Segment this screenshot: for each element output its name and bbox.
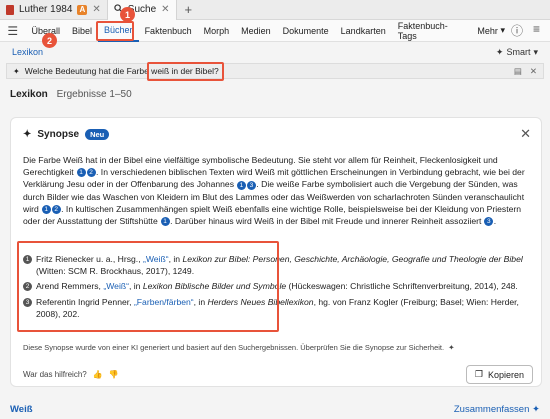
nav-item-label: Mehr <box>477 25 498 36</box>
sparkle-icon: ✦ <box>13 66 20 76</box>
keyboard-icon[interactable]: ▤ <box>514 66 522 77</box>
smart-search-toggle[interactable]: ✦ Smart ▾ <box>496 47 538 58</box>
chevron-down-icon: ▾ <box>533 46 538 57</box>
close-tab-icon[interactable]: ✕ <box>92 4 100 15</box>
feedback-label: War das hilfreich? <box>23 370 87 379</box>
thumbs-down-icon[interactable]: 👎 <box>109 370 119 379</box>
synopsis-title: Synopse <box>37 129 80 140</box>
footnote-marker[interactable]: 3 <box>484 217 494 227</box>
tab-label: Luther 1984 <box>19 4 73 15</box>
annotation-box-query <box>147 62 224 81</box>
tab-bar: Luther 1984 A ✕ Suche ✕ + <box>0 0 550 20</box>
resource-badge-icon: A <box>77 4 88 15</box>
thumbs-up-icon[interactable]: 👍 <box>93 370 103 379</box>
search-query-bar[interactable]: ✦ Welche Bedeutung hat die Farbe weiß in… <box>6 63 544 79</box>
footnote-marker[interactable]: 1 <box>160 217 170 227</box>
sparkle-icon: ✦ <box>446 343 455 352</box>
ai-disclaimer: Diese Synopse wurde von einer KI generie… <box>23 343 455 352</box>
sparkle-icon: ✦ <box>23 129 32 140</box>
tab-suche[interactable]: Suche ✕ <box>107 0 177 20</box>
synopsis-footer: War das hilfreich? 👍 👎 ❐ Kopieren <box>23 365 533 384</box>
footnote-marker[interactable]: 1 <box>236 180 246 190</box>
footnote-marker[interactable]: 1 <box>41 205 51 215</box>
sparkle-icon: ✦ <box>495 46 504 57</box>
summary-sentence: . <box>493 216 497 227</box>
nav-item-landkarten[interactable]: Landkarten <box>335 20 392 42</box>
nav-item-morph[interactable]: Morph <box>198 20 236 42</box>
synopsis-text: Die Farbe Weiß hat in der Bibel eine vie… <box>23 154 533 227</box>
nav-item-medien[interactable]: Medien <box>235 20 277 42</box>
footnote-marker[interactable]: 2 <box>51 205 61 215</box>
summarize-label: Zusammenfassen <box>453 404 530 415</box>
annotation-box-references <box>17 241 279 332</box>
footnote-marker[interactable]: 2 <box>86 168 96 178</box>
footnote-marker[interactable]: 1 <box>76 168 86 178</box>
sparkle-icon: ✦ <box>532 404 540 415</box>
close-icon[interactable]: ✕ <box>520 126 531 142</box>
smart-label: Smart <box>506 47 531 57</box>
info-icon[interactable]: ⓘ <box>511 22 523 39</box>
results-header: Lexikon Ergebnisse 1–50 <box>10 89 132 100</box>
synopsis-header: ✦ Synopse Neu <box>23 129 110 140</box>
nav-item-mehr[interactable]: Mehr ▾ <box>471 20 511 42</box>
result-bottom-bar: Weiß Zusammenfassen ✦ <box>0 400 550 419</box>
filter-icon[interactable]: ≡ <box>533 22 540 39</box>
copy-icon: ❐ <box>474 369 483 379</box>
nav-item-faktenbuch-tags[interactable]: Faktenbuch-Tags <box>392 20 472 42</box>
summarize-button[interactable]: Zusammenfassen ✦ <box>454 404 540 415</box>
nav-item-bibel[interactable]: Bibel <box>66 20 98 42</box>
search-options-bar: Lexikon ✦ Smart ▾ <box>0 42 550 62</box>
results-count: Ergebnisse 1–50 <box>56 89 132 100</box>
disclaimer-text: Diese Synopse wurde von einer KI generie… <box>23 343 445 352</box>
reference-publication: (Hückeswagen: Christliche Schriftenverbr… <box>286 281 518 292</box>
lexicon-link[interactable]: Lexikon <box>12 47 43 57</box>
new-badge: Neu <box>85 129 110 140</box>
result-headword[interactable]: Weiß <box>10 404 33 415</box>
book-icon <box>6 4 14 15</box>
summary-sentence: . Darüber hinaus wird Weiß in der Bibel … <box>170 216 482 227</box>
copy-button[interactable]: ❐ Kopieren <box>465 365 533 384</box>
close-tab-icon[interactable]: ✕ <box>161 4 169 15</box>
menu-icon[interactable]: ☰ <box>0 24 26 38</box>
footnote-marker[interactable]: 3 <box>246 180 256 190</box>
annotation-callout-1: 1 <box>120 7 135 22</box>
clear-icon[interactable]: ✕ <box>530 66 537 77</box>
nav-item-dokumente[interactable]: Dokumente <box>277 20 335 42</box>
nav-item-faktenbuch[interactable]: Faktenbuch <box>139 20 198 42</box>
new-tab-button[interactable]: + <box>177 2 201 17</box>
annotation-box-tab <box>96 21 134 41</box>
tab-luther-1984[interactable]: Luther 1984 A ✕ <box>0 0 108 20</box>
search-category-nav: ☰ Überall Bibel Bücher Faktenbuch Morph … <box>0 20 550 42</box>
annotation-callout-2: 2 <box>42 33 57 48</box>
copy-label: Kopieren <box>487 369 524 380</box>
results-label: Lexikon <box>10 89 48 100</box>
